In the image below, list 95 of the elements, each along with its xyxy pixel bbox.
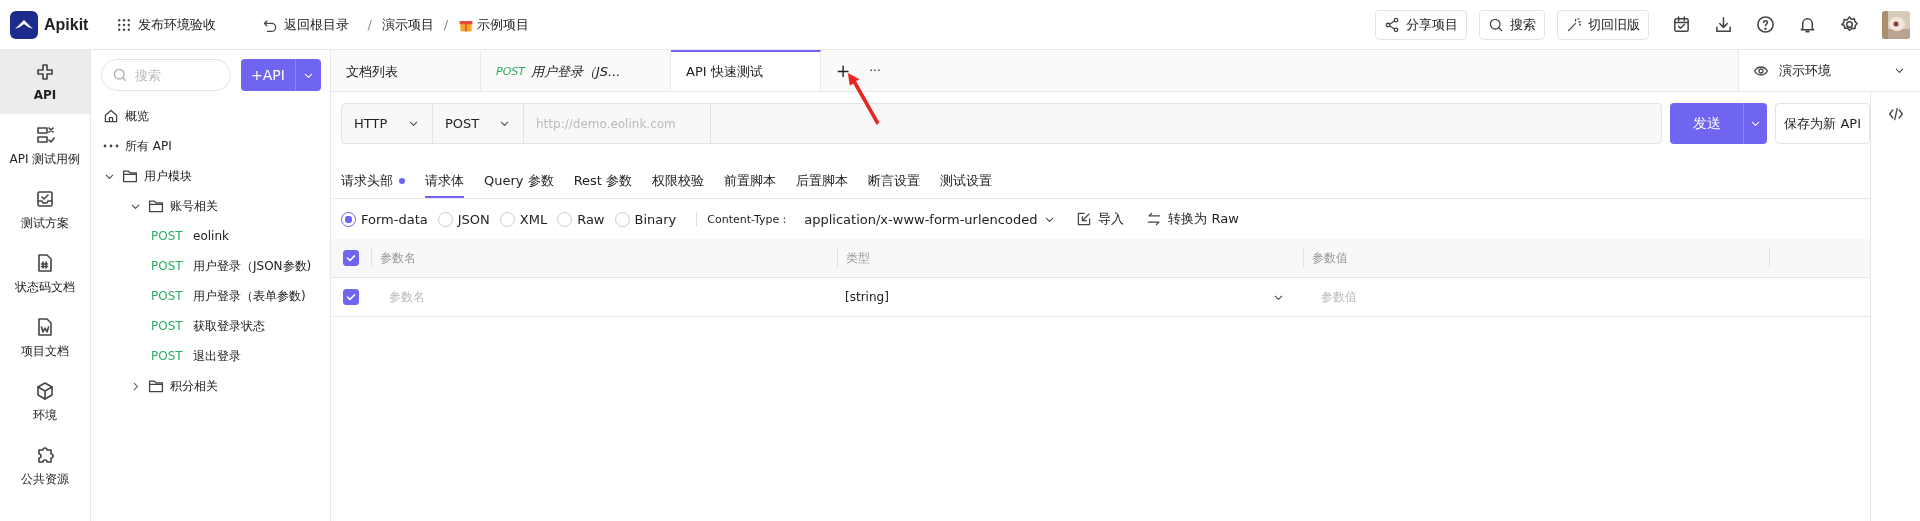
back-button[interactable]: 返回根目录: [254, 9, 358, 40]
add-tab-button[interactable]: +: [827, 50, 859, 91]
protocol-select[interactable]: HTTP: [342, 104, 433, 143]
tree-item[interactable]: POST 用户登录（表单参数): [91, 281, 330, 311]
tree-item[interactable]: POST 用户登录（JSON参数): [91, 251, 330, 281]
code-icon[interactable]: [1887, 106, 1904, 122]
wand-icon: [1566, 16, 1582, 33]
plus-shape-icon: [35, 62, 55, 82]
puzzle-icon: [35, 444, 55, 465]
tree-item[interactable]: 积分相关: [91, 371, 330, 401]
nav-item[interactable]: 项目文档: [0, 306, 90, 370]
help-icon[interactable]: [1756, 15, 1775, 34]
column-header: 类型: [846, 249, 870, 267]
checkbox[interactable]: [343, 250, 359, 266]
method-label: POST: [151, 349, 184, 363]
folder-icon: [148, 198, 164, 214]
request-tab[interactable]: 测试设置: [940, 166, 993, 198]
import-icon: [1076, 211, 1093, 227]
value-field[interactable]: 参数值: [1311, 289, 1761, 305]
tree-item[interactable]: POST 退出登录: [91, 341, 330, 371]
nav-item[interactable]: API 测试用例: [0, 114, 90, 178]
tree-item[interactable]: 账号相关: [91, 191, 330, 221]
convert-icon: [1146, 211, 1163, 227]
radio-option[interactable]: XML: [499, 211, 548, 227]
nav-item[interactable]: 状态码文档: [0, 242, 90, 306]
download-icon[interactable]: [1714, 15, 1733, 34]
bell-icon[interactable]: [1798, 15, 1817, 34]
nav-item[interactable]: 公共资源: [0, 434, 90, 498]
radio-button[interactable]: [341, 211, 356, 227]
name-field[interactable]: 参数名: [379, 289, 829, 305]
folder-icon: [148, 378, 164, 394]
method-label: POST: [151, 289, 184, 303]
column-header: 参数名: [380, 249, 416, 267]
tab[interactable]: API 快速测试: [671, 50, 821, 91]
column-header: 参数值: [1312, 249, 1348, 267]
search-button[interactable]: 搜索: [1479, 9, 1545, 40]
nav-item[interactable]: 环境: [0, 370, 90, 434]
hash-file-icon: [35, 252, 55, 273]
word-file-icon: [35, 316, 55, 337]
request-tab[interactable]: 请求头部: [341, 166, 405, 198]
settings-icon[interactable]: [1840, 15, 1859, 34]
request-tab[interactable]: 后置脚本: [796, 166, 849, 198]
home-icon: [103, 108, 119, 124]
breadcrumb-link[interactable]: 演示项目: [381, 15, 434, 34]
app-name: Apikit: [44, 15, 89, 34]
workspace-button[interactable]: 发布环境验收: [108, 9, 225, 40]
radio-option[interactable]: JSON: [437, 211, 490, 227]
radio-option[interactable]: Raw: [557, 211, 605, 227]
grid-icon: [116, 16, 133, 33]
more-button[interactable]: ···: [859, 50, 891, 91]
tree-item[interactable]: 概览: [91, 101, 330, 131]
environment-select[interactable]: 演示环境: [1738, 50, 1920, 91]
calendar-icon[interactable]: [1672, 15, 1691, 34]
tree-item[interactable]: 用户模块: [91, 161, 330, 191]
content-type-label: Content-Type：: [707, 211, 791, 227]
breadcrumb-separator: /: [443, 17, 449, 32]
nav-item[interactable]: API: [0, 50, 90, 114]
tree-item[interactable]: POST 获取登录状态: [91, 311, 330, 341]
tree-item[interactable]: POST eolink: [91, 221, 330, 251]
method-label: POST: [151, 259, 184, 273]
method-label: POST: [151, 229, 184, 243]
share-button[interactable]: 分享项目: [1375, 9, 1467, 40]
request-tab[interactable]: Query 参数: [484, 166, 554, 198]
method-select[interactable]: POST: [433, 104, 524, 143]
checkbox[interactable]: [343, 289, 359, 305]
tray-check-icon: [35, 188, 55, 209]
share-icon: [1384, 16, 1400, 33]
radio-option[interactable]: Form-data: [341, 211, 428, 227]
request-tab[interactable]: Rest 参数: [573, 166, 633, 198]
search-field[interactable]: 搜索: [133, 66, 223, 84]
search-icon: [112, 67, 128, 83]
content-type-select[interactable]: application/x-www-form-urlencoded: [804, 211, 1057, 227]
request-tab[interactable]: 前置脚本: [724, 166, 777, 198]
ellipsis-icon: [103, 144, 119, 148]
wand-button[interactable]: 切回旧版: [1557, 9, 1649, 40]
logo-icon: [10, 10, 38, 39]
import-button[interactable]: 导入: [1076, 210, 1125, 228]
method-label: POST: [151, 319, 184, 333]
type-select[interactable]: [string]: [845, 290, 1295, 304]
breadcrumb-link[interactable]: 示例项目: [458, 15, 530, 34]
breadcrumb-separator: /: [367, 17, 372, 32]
checklist-icon: [35, 124, 55, 145]
tree-item[interactable]: 所有 API: [91, 131, 330, 161]
tab[interactable]: 文档列表: [331, 50, 481, 91]
request-tab[interactable]: 请求体: [425, 166, 464, 198]
request-tab[interactable]: 权限校验: [652, 166, 705, 198]
save-button[interactable]: 保存为新 API: [1775, 103, 1870, 144]
request-tab[interactable]: 断言设置: [868, 166, 921, 198]
convert-button[interactable]: 转换为 Raw: [1146, 210, 1239, 228]
nav-item[interactable]: 测试方案: [0, 178, 90, 242]
search-icon: [1488, 16, 1504, 33]
url-field[interactable]: http://demo.eolink.com: [524, 104, 711, 143]
radio-option[interactable]: Binary: [614, 211, 677, 227]
cube-icon: [35, 380, 55, 401]
folder-icon: [122, 168, 138, 184]
